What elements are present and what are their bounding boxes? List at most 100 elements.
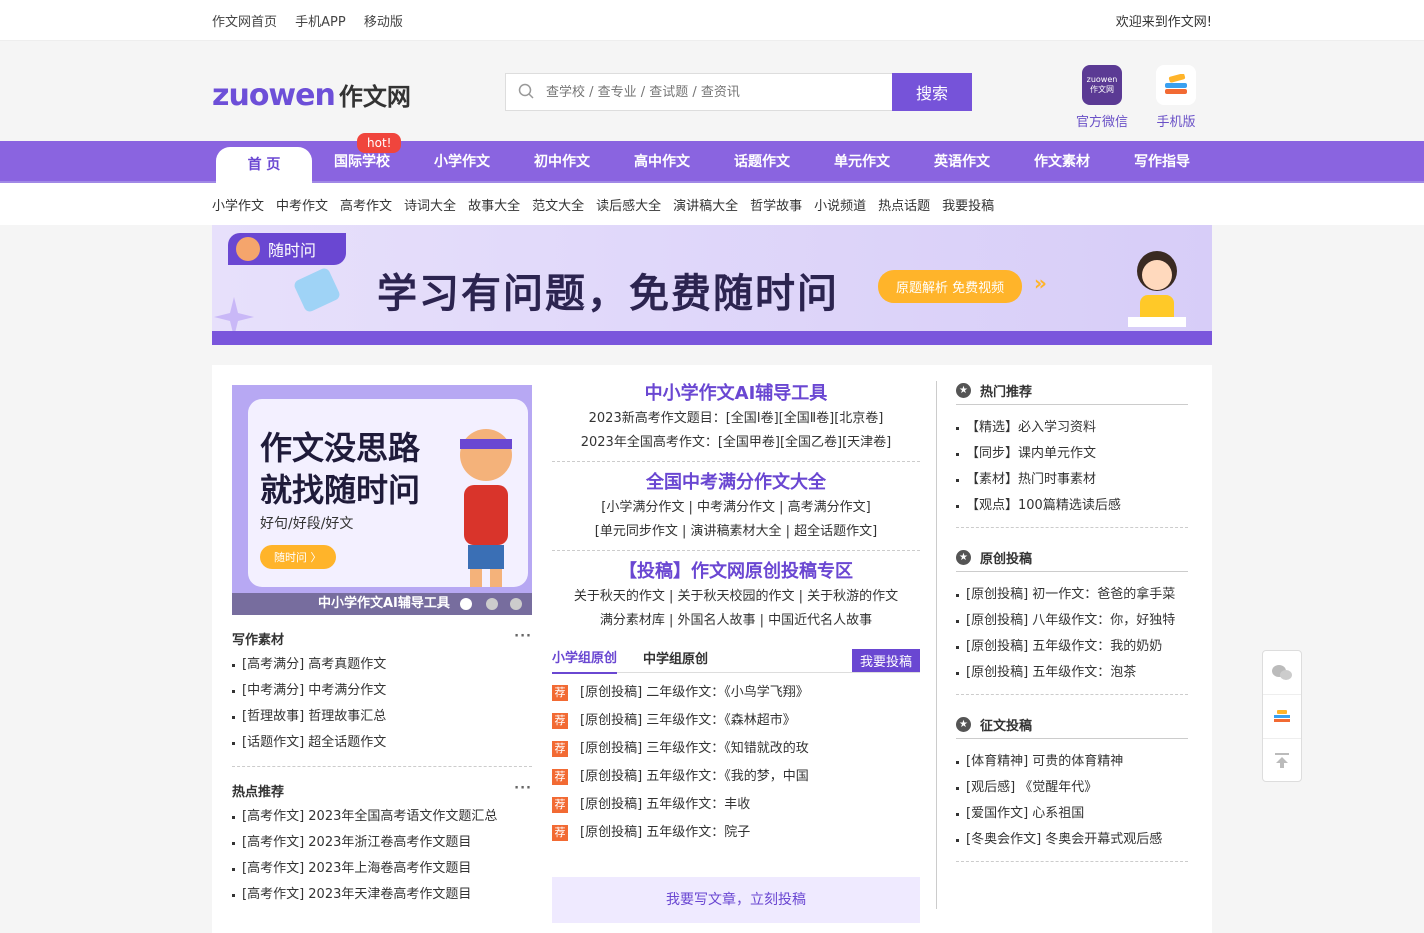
list-item[interactable]: 荐 [原创投稿] 三年级作文：《森林超市》 — [552, 707, 920, 735]
list-item[interactable]: [观后感] 《觉醒年代》 — [956, 775, 1188, 801]
list-item[interactable]: 【素材】热门时事素材 — [956, 467, 1188, 493]
list-item[interactable]: [高考作文] 2023年上海卷高考作文题目 — [232, 856, 532, 882]
carousel-dot[interactable] — [460, 598, 472, 610]
nav-junior[interactable]: 初中作文 — [512, 141, 612, 183]
top-link-app[interactable]: 手机APP — [295, 15, 346, 30]
back-to-top-icon[interactable] — [1263, 739, 1301, 783]
hot-badge: hot! — [357, 133, 402, 153]
search-input[interactable] — [546, 84, 846, 100]
list-item[interactable]: 【观点】100篇精选读后感 — [956, 493, 1188, 519]
list-item[interactable]: [话题作文] 超全话题作文 — [232, 730, 532, 756]
list-item[interactable]: [中考满分] 中考满分作文 — [232, 678, 532, 704]
original-tabs: 小学组原创 中学组原创 我要投稿 — [552, 646, 920, 674]
center-block-line[interactable]: 2023新高考作文题目：[全国Ⅰ卷][全国Ⅱ卷][北京卷] — [552, 407, 920, 431]
top-link-home[interactable]: 作文网首页 — [212, 15, 277, 30]
list-item[interactable]: [爱国作文] 心系祖国 — [956, 801, 1188, 827]
list-item[interactable]: [高考作文] 2023年天津卷高考作文题目 — [232, 882, 532, 908]
subnav-item[interactable]: 中考作文 — [276, 195, 328, 214]
center-block: 中小学作文AI辅导工具 2023新高考作文题目：[全国Ⅰ卷][全国Ⅱ卷][北京卷… — [552, 381, 920, 462]
app-mobile[interactable]: 手机版 — [1156, 65, 1196, 130]
center-block-title[interactable]: 【投稿】作文网原创投稿专区 — [552, 559, 920, 585]
double-arrow-icon: » — [1034, 271, 1047, 295]
mobile-app-icon[interactable] — [1263, 695, 1301, 739]
more-icon[interactable]: ··· — [514, 629, 532, 648]
top-link-mobile[interactable]: 移动版 — [364, 15, 403, 30]
subnav-item[interactable]: 热点话题 — [878, 195, 930, 214]
center-block-line[interactable]: [小学满分作文 | 中考满分作文 | 高考满分作文] — [552, 496, 920, 520]
subnav-item[interactable]: 诗词大全 — [404, 195, 456, 214]
app-wechat[interactable]: zuowen 作文网 官方微信 — [1076, 65, 1128, 130]
center-block-line[interactable]: 满分素材库 | 外国名人故事 | 中国近代名人故事 — [552, 609, 920, 633]
main-content: 作文没思路 就找随时问 好句/好段/好文 随时问 〉 中小学作文AI辅导工具 写… — [212, 365, 1212, 933]
center-block-line[interactable]: [单元同步作文 | 演讲稿素材大全 | 超全话题作文] — [552, 520, 920, 544]
mascot-illustration-icon — [460, 429, 512, 587]
banner-tag: 随时问 — [228, 233, 347, 265]
subnav-item[interactable]: 范文大全 — [532, 195, 584, 214]
divider — [232, 766, 532, 767]
tab-middle-original[interactable]: 中学组原创 — [643, 647, 708, 673]
list-item[interactable]: [哲理故事] 哲理故事汇总 — [232, 704, 532, 730]
subnav-item[interactable]: 我要投稿 — [942, 195, 994, 214]
right-section-title: ★ 热门推荐 — [956, 381, 1188, 405]
site-logo[interactable]: zuowen 作文网 — [212, 77, 411, 113]
list-item[interactable]: 荐 [原创投稿] 五年级作文：丰收 — [552, 791, 920, 819]
nav-english[interactable]: 英语作文 — [912, 141, 1012, 183]
nav-senior[interactable]: 高中作文 — [612, 141, 712, 183]
star-badge-icon: ★ — [956, 550, 971, 565]
list-item[interactable]: 荐 [原创投稿] 五年级作文：院子 — [552, 819, 920, 847]
original-list: 荐 [原创投稿] 二年级作文：《小鸟学飞翔》 荐 [原创投稿] 三年级作文：《森林超… — [552, 679, 920, 847]
nav-unit[interactable]: 单元作文 — [812, 141, 912, 183]
list-item[interactable]: [原创投稿] 五年级作文：我的奶奶 — [956, 634, 1188, 660]
subnav-item[interactable]: 演讲稿大全 — [673, 195, 738, 214]
subnav-item[interactable]: 故事大全 — [468, 195, 520, 214]
more-icon[interactable]: ··· — [514, 781, 532, 800]
submit-button[interactable]: 我要投稿 — [851, 649, 920, 672]
recommend-badge: 荐 — [552, 797, 568, 813]
star-badge-icon: ★ — [956, 717, 971, 732]
star-badge-icon: ★ — [956, 383, 971, 398]
submit-banner[interactable]: 我要写文章，立刻投稿 — [552, 877, 920, 923]
list-item[interactable]: 【同步】课内单元作文 — [956, 441, 1188, 467]
list-item[interactable]: [高考作文] 2023年浙江卷高考作文题目 — [232, 830, 532, 856]
nav-topic[interactable]: 话题作文 — [712, 141, 812, 183]
list-item[interactable]: [原创投稿] 初一作文：爸爸的拿手菜 — [956, 582, 1188, 608]
center-block-title[interactable]: 中小学作文AI辅导工具 — [552, 381, 920, 407]
carousel-dot[interactable] — [486, 598, 498, 610]
carousel[interactable]: 作文没思路 就找随时问 好句/好段/好文 随时问 〉 中小学作文AI辅导工具 — [232, 385, 532, 615]
top-links: 作文网首页 手机APP 移动版 — [212, 11, 417, 30]
carousel-button[interactable]: 随时问 〉 — [260, 545, 336, 569]
recommend-badge: 荐 — [552, 825, 568, 841]
list-item[interactable]: 【精选】必入学习资料 — [956, 415, 1188, 441]
subnav-item[interactable]: 小说频道 — [814, 195, 866, 214]
center-block-title[interactable]: 全国中考满分作文大全 — [552, 470, 920, 496]
welcome-text: 欢迎来到作文网! — [1115, 14, 1212, 30]
subnav-item[interactable]: 高考作文 — [340, 195, 392, 214]
wechat-icon[interactable] — [1263, 651, 1301, 695]
subnav-item[interactable]: 读后感大全 — [596, 195, 661, 214]
header: zuowen 作文网 搜索 zuowen作文网 官方微信 手机版 — [0, 41, 1424, 141]
search-button[interactable]: 搜索 — [892, 73, 972, 111]
nav-primary[interactable]: 小学作文 — [412, 141, 512, 183]
center-block-line[interactable]: 2023年全国高考作文：[全国甲卷][全国乙卷][天津卷] — [552, 431, 920, 455]
nav-guide[interactable]: 写作指导 — [1112, 141, 1212, 183]
list-item[interactable]: 荐 [原创投稿] 二年级作文：《小鸟学飞翔》 — [552, 679, 920, 707]
list-item[interactable]: [冬奥会作文] 冬奥会开幕式观后感 — [956, 827, 1188, 853]
subnav-item[interactable]: 哲学故事 — [750, 195, 802, 214]
sub-nav: 小学作文 中考作文 高考作文 诗词大全 故事大全 范文大全 读后感大全 演讲稿大… — [0, 183, 1424, 225]
banner-pill[interactable]: 原题解析 免费视频 — [878, 270, 1023, 303]
list-item[interactable]: [原创投稿] 五年级作文：泡茶 — [956, 660, 1188, 686]
subnav-item[interactable]: 小学作文 — [212, 195, 264, 214]
list-item[interactable]: [体育精神] 可贵的体育精神 — [956, 749, 1188, 775]
nav-home[interactable]: 首 页 — [216, 147, 312, 183]
center-block-line[interactable]: 关于秋天的作文 | 关于秋天校园的作文 | 关于秋游的作文 — [552, 585, 920, 609]
list-item[interactable]: 荐 [原创投稿] 三年级作文：《知错就改的玫 — [552, 735, 920, 763]
main-nav: 首 页 国际学校 小学作文 初中作文 高中作文 话题作文 单元作文 英语作文 作… — [0, 133, 1424, 183]
list-item[interactable]: [原创投稿] 八年级作文：你，好独特 — [956, 608, 1188, 634]
list-item[interactable]: [高考作文] 2023年全国高考语文作文题汇总 — [232, 804, 532, 830]
promo-banner[interactable]: 随时问 学习有问题，免费随时问 原题解析 免费视频 » — [212, 225, 1212, 345]
carousel-dot[interactable] — [510, 598, 522, 610]
list-item[interactable]: [高考满分] 高考真题作文 — [232, 652, 532, 678]
nav-material[interactable]: 作文素材 — [1012, 141, 1112, 183]
list-item[interactable]: 荐 [原创投稿] 五年级作文：《我的梦，中国 — [552, 763, 920, 791]
tab-primary-original[interactable]: 小学组原创 — [552, 646, 618, 674]
